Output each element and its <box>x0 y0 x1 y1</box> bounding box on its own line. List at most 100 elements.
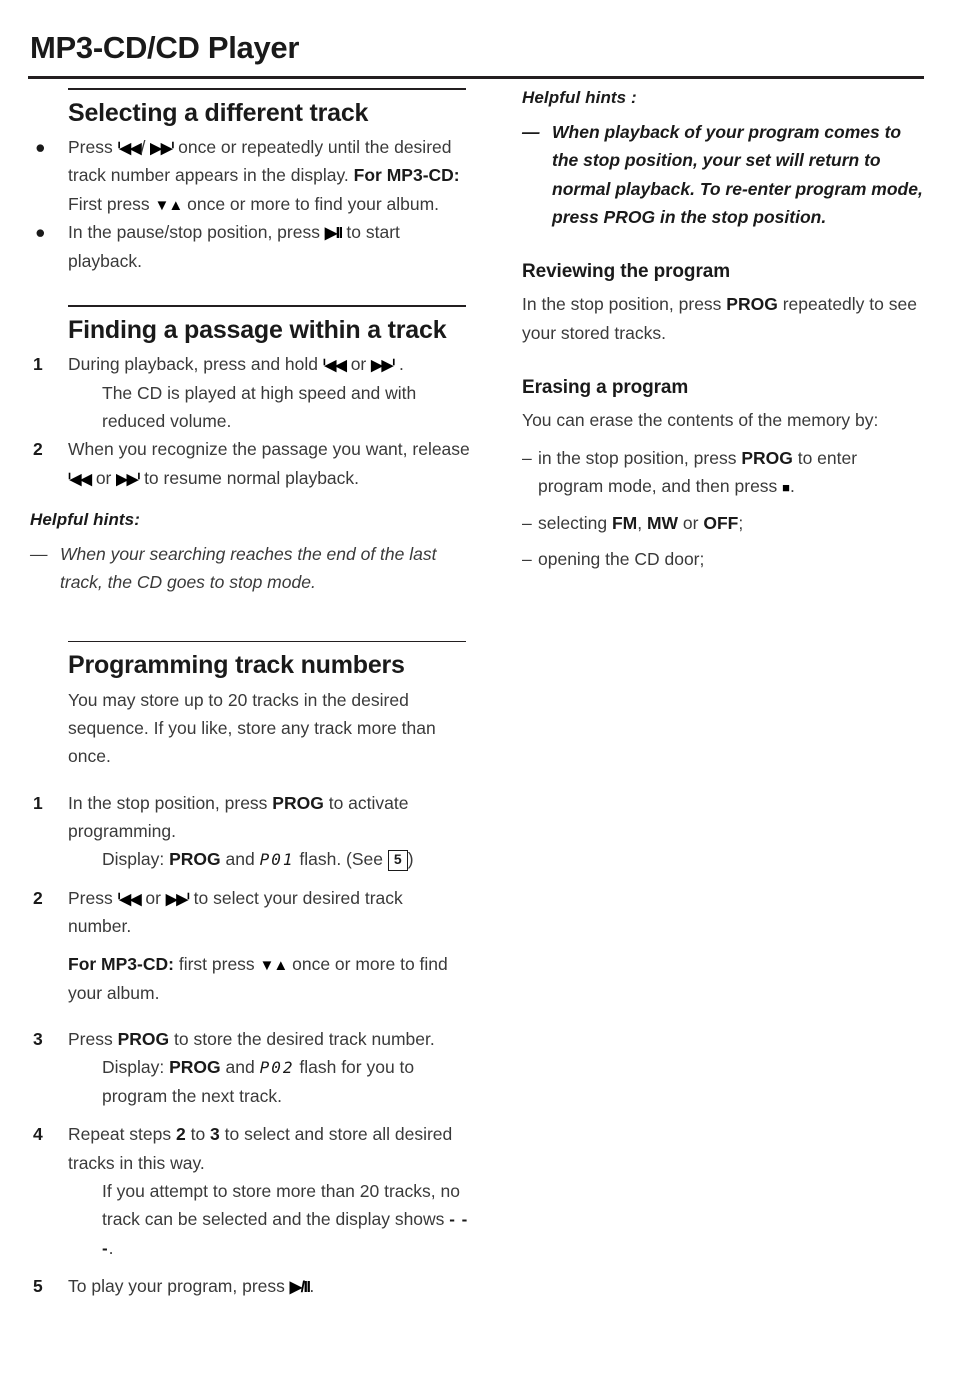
step-sub-text: The CD is played at high speed and with … <box>102 382 417 431</box>
display-label: Display: <box>102 1057 170 1078</box>
numbered-step: 2 When you recognize the passage you wan… <box>30 435 470 492</box>
section-divider <box>68 640 466 643</box>
dash-icon: — <box>30 544 48 564</box>
step-text-part: or <box>140 887 166 908</box>
step-text-part: During playback, press and hold <box>68 354 323 375</box>
bullet-icon: ● <box>35 137 46 157</box>
figure-reference-badge: 5 <box>387 850 408 871</box>
hint-text: When playback of your program comes to t… <box>552 122 923 228</box>
hint-item: — When your searching reaches the end of… <box>30 540 470 597</box>
document-page: MP3-CD/CD Player Selecting a different t… <box>0 0 954 1387</box>
bold-label-mw: MW <box>646 512 679 533</box>
numbered-step: 1 During playback, press and hold ᑊ◀◀ or… <box>30 350 470 435</box>
item-text-part: selecting <box>538 512 612 533</box>
bold-label-prog: PROG <box>169 1057 221 1078</box>
next-track-icon: ▶▶ᑊ <box>150 140 174 157</box>
extra-text-part: first press <box>173 954 260 975</box>
step-number: 5 <box>33 1276 43 1297</box>
step-text-part: In the stop position, press <box>68 792 273 813</box>
play-pause-icon: ▶II <box>324 225 343 243</box>
numbered-step: 1 In the stop position, press PROG to ac… <box>30 789 470 874</box>
step-number: 2 <box>33 887 43 908</box>
step-sub-text: Display: PROG and P01 flash. (See 5) <box>68 845 470 873</box>
bullet-text-part: Press <box>68 137 118 157</box>
prev-track-icon: ᑊ◀◀ <box>68 470 92 488</box>
right-column: Helpful hints : — When playback of your … <box>522 88 924 581</box>
section-finding-passage: Finding a passage within a track 1 Durin… <box>30 305 470 596</box>
bold-label-prog: PROG <box>117 1029 170 1050</box>
list-item: ● Press ᑊ◀◀/ ▶▶ᑊ once or repeatedly unti… <box>30 133 470 218</box>
prev-track-icon: ᑊ◀◀ <box>117 140 142 157</box>
bold-label-prog: PROG <box>272 792 324 813</box>
title-divider <box>28 76 924 79</box>
bold-label-prog: PROG <box>169 849 221 870</box>
numbered-step: 4 Repeat steps 2 to 3 to select and stor… <box>30 1120 470 1262</box>
section-heading-programming: Programming track numbers <box>68 651 405 680</box>
section-divider <box>68 305 466 307</box>
step-sub-text: If you attempt to store more than 20 tra… <box>68 1177 470 1262</box>
section-intro-text: You may store up to 20 tracks in the des… <box>68 689 436 767</box>
step-number: 4 <box>33 1124 43 1145</box>
next-track-icon: ▶▶ᑊ <box>165 890 190 908</box>
prev-track-icon: ᑊ◀◀ <box>117 890 142 908</box>
page-title: MP3-CD/CD Player <box>30 30 300 65</box>
step-number: 1 <box>33 354 43 375</box>
sub-text-part: If you attempt to store more than 20 tra… <box>102 1180 460 1230</box>
next-track-icon: ▶▶ᑊ <box>116 470 140 488</box>
section-programming-track-numbers: Programming track numbers You may store … <box>30 640 470 1301</box>
sub-text-part: flash. (See <box>294 849 388 870</box>
hint-text: When your searching reaches the end of t… <box>60 544 437 593</box>
list-item: – selecting FM, MW or OFF; <box>522 509 924 537</box>
bold-label-fm: FM <box>611 512 638 533</box>
step-text-part: . <box>309 1276 315 1297</box>
section-divider <box>68 88 466 90</box>
section-heading-erasing: Erasing a program <box>522 376 689 398</box>
step-sub-text: Display: PROG and P02 flash for you to p… <box>68 1053 470 1110</box>
numbered-step: 5 To play your program, press ▶/II. <box>30 1272 470 1301</box>
bullet-slash: / <box>140 137 151 157</box>
helpful-hints-heading: Helpful hints: <box>30 510 140 529</box>
step-text-part: Repeat steps <box>68 1124 176 1145</box>
step-text-part: When you recognize the passage you want,… <box>68 439 470 460</box>
down-up-icon: ▼▲ <box>154 196 184 214</box>
section-heading-selecting-track: Selecting a different track <box>68 98 369 127</box>
helpful-hints-heading: Helpful hints : <box>522 88 637 107</box>
hint-item: — When playback of your program comes to… <box>522 118 924 231</box>
section-body-reviewing: In the stop position, press PROG repeate… <box>522 290 924 347</box>
section-selecting-track: Selecting a different track ● Press ᑊ◀◀/… <box>30 88 470 275</box>
dash-icon: – <box>522 549 532 570</box>
bullet-text-part: In the pause/stop position, press <box>68 222 325 243</box>
bold-label-prog: PROG <box>741 448 793 468</box>
step-extra-text: For MP3-CD: first press ▼▲ once or more … <box>68 950 470 1007</box>
step-text-part: . <box>394 354 404 375</box>
bold-step-ref: 3 <box>210 1124 220 1145</box>
dash-icon: – <box>522 448 532 468</box>
step-text-part: Press <box>68 887 118 908</box>
step-number: 3 <box>33 1029 43 1050</box>
dash-icon: — <box>522 122 540 142</box>
prev-track-icon: ᑊ◀◀ <box>322 357 347 375</box>
step-text-part: or <box>90 467 117 488</box>
numbered-step: 2 Press ᑊ◀◀ or ▶▶ᑊ to select your desire… <box>30 884 470 941</box>
bold-label-off: OFF <box>703 512 739 533</box>
item-text-part: . <box>790 476 795 497</box>
section-heading-reviewing: Reviewing the program <box>522 261 730 283</box>
bullet-text-part: First press <box>68 193 155 214</box>
dash-icon: – <box>522 512 532 533</box>
section-heading-finding-passage: Finding a passage within a track <box>68 315 447 344</box>
step-text-part: to store the desired track number. <box>169 1029 435 1050</box>
step-text-part: or <box>345 354 372 375</box>
section-body-erasing: You can erase the contents of the memory… <box>522 409 879 430</box>
sub-text-part: and <box>220 849 260 870</box>
bullet-icon: ● <box>35 222 46 243</box>
step-text-part: to resume normal playback. <box>139 467 360 488</box>
item-text-part: or <box>678 512 704 533</box>
left-column: Selecting a different track ● Press ᑊ◀◀/… <box>30 88 470 1301</box>
step-number: 1 <box>33 792 43 813</box>
step-text-part: to <box>185 1124 211 1145</box>
sub-text-part: and <box>220 1057 260 1078</box>
bold-label-mp3cd: For MP3-CD: <box>68 954 174 975</box>
down-up-icon: ▼▲ <box>259 957 289 975</box>
lcd-display-text: P01 <box>259 850 295 870</box>
sub-text-part: ) <box>407 849 414 870</box>
